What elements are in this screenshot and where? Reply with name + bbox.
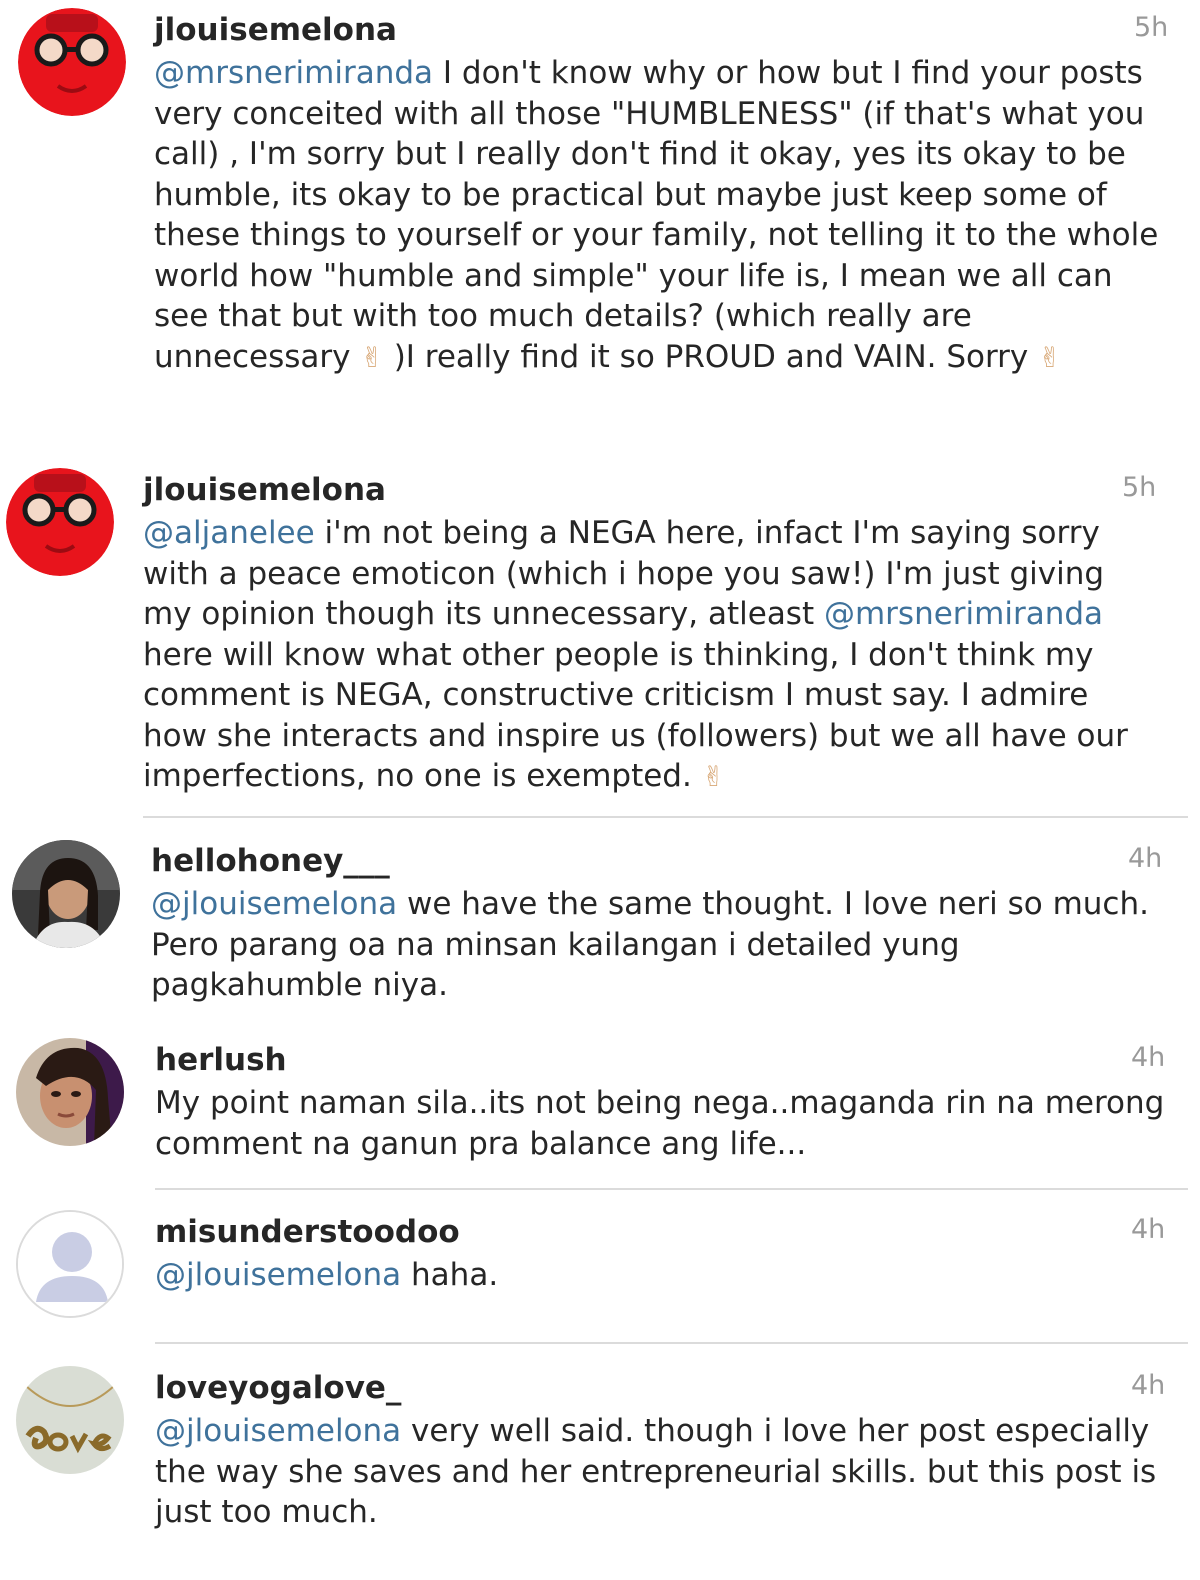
avatar[interactable] [16, 1366, 124, 1474]
comment-timestamp: 5h [1122, 472, 1157, 503]
peace-sign-emoji-icon: ✌ [701, 760, 726, 793]
peace-sign-emoji-icon: ✌ [360, 340, 384, 374]
comment-text: @mrsnerimiranda I don't know why or how … [154, 53, 1164, 377]
comment-username[interactable]: hellohoney___ [151, 839, 1161, 883]
mention-link[interactable]: @mrsnerimiranda [154, 55, 433, 91]
comment-text: @jlouisemelona we have the same thought.… [151, 884, 1161, 1006]
comment-text-segment: haha. [401, 1257, 499, 1293]
user-photo-avatar-icon [16, 1038, 124, 1146]
default-user-icon [18, 1212, 122, 1316]
avatar[interactable] [12, 840, 120, 948]
comment-username[interactable]: herlush [155, 1038, 1165, 1082]
comment-username[interactable]: jlouisemelona [143, 468, 1153, 512]
comment-text: @aljanelee i'm not being a NEGA here, in… [143, 513, 1153, 797]
comment-timestamp: 5h [1134, 12, 1169, 43]
comment-divider [155, 1188, 1188, 1190]
mention-link[interactable]: @jlouisemelona [155, 1413, 401, 1449]
avatar[interactable] [16, 1210, 124, 1318]
avatar[interactable] [18, 8, 126, 116]
comment-username[interactable]: misunderstoodoo [155, 1210, 1165, 1254]
comment-text-segment: I don't know why or how but I find your … [154, 55, 1159, 375]
comment-timestamp: 4h [1131, 1370, 1166, 1401]
comment-text-segment: )I really find it so PROUD and VAIN. Sor… [383, 338, 1039, 375]
comment-text: @jlouisemelona haha. [155, 1255, 1165, 1296]
cartoon-face-avatar-icon [6, 468, 114, 576]
avatar[interactable] [6, 468, 114, 576]
comment-text: My point naman sila..its not being nega.… [155, 1083, 1165, 1164]
user-photo-avatar-icon [12, 840, 120, 948]
mention-link[interactable]: @aljanelee [143, 515, 315, 551]
mention-link[interactable]: @jlouisemelona [155, 1257, 401, 1293]
comment-username[interactable]: jlouisemelona [154, 8, 1164, 52]
comment-divider [143, 816, 1188, 818]
cartoon-face-avatar-icon [18, 8, 126, 116]
comment-timestamp: 4h [1131, 1214, 1166, 1245]
peace-sign-emoji-icon: ✌ [1038, 340, 1062, 374]
mention-link[interactable]: @jlouisemelona [151, 886, 397, 922]
comment-text: @jlouisemelona very well said. though i … [155, 1411, 1165, 1533]
comment-divider [155, 1342, 1188, 1344]
comment-text-segment: My point naman sila..its not being nega.… [155, 1085, 1165, 1162]
avatar[interactable] [16, 1038, 124, 1146]
comment-text-segment: here will know what other people is thin… [143, 636, 1128, 795]
comment-timestamp: 4h [1128, 843, 1163, 874]
mention-link[interactable]: @mrsnerimiranda [824, 596, 1103, 632]
comment-username[interactable]: loveyogalove_ [155, 1366, 1165, 1410]
comment-timestamp: 4h [1131, 1042, 1166, 1073]
love-necklace-avatar-icon [16, 1366, 124, 1474]
